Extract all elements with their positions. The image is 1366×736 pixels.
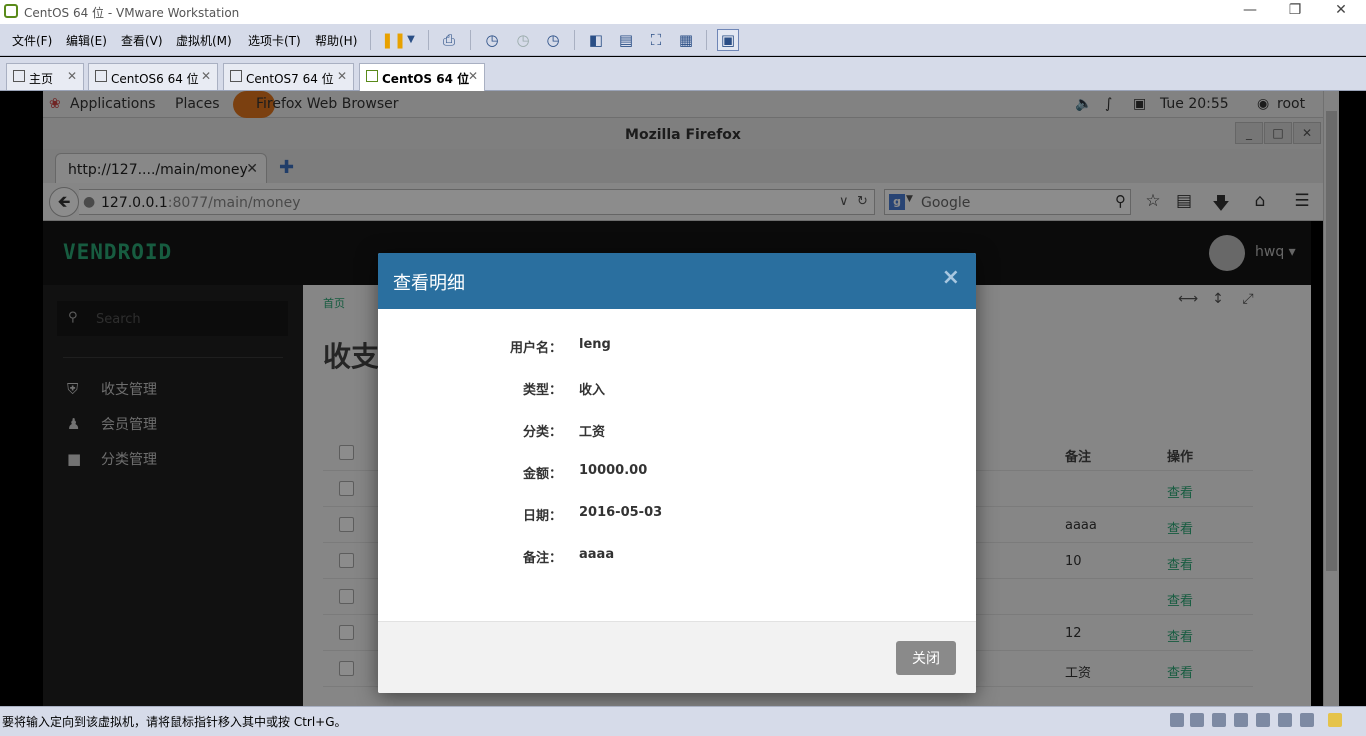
minimize-icon[interactable]: —: [1235, 2, 1265, 18]
snapshot-manager-icon[interactable]: ◷: [542, 29, 564, 51]
menu-file[interactable]: 文件(F): [12, 32, 52, 49]
vmware-tab-bar: 主页 ✕ CentOS6 64 位 ✕ CentOS7 64 位 ✕ CentO…: [0, 57, 1366, 91]
tab-home[interactable]: 主页 ✕: [6, 63, 84, 90]
menu-tabs[interactable]: 选项卡(T): [248, 32, 301, 49]
cd-icon[interactable]: [1190, 713, 1204, 727]
hdd-icon[interactable]: [1170, 713, 1184, 727]
thumbnail-view-icon[interactable]: ▣: [717, 29, 739, 51]
printer-icon[interactable]: [1234, 713, 1248, 727]
vm-icon: [230, 70, 242, 82]
home-icon: [13, 70, 25, 82]
menu-help[interactable]: 帮助(H): [315, 32, 357, 49]
modal-footer: 关闭: [378, 621, 976, 693]
network-adapter-icon[interactable]: [1212, 713, 1226, 727]
tab-close-icon[interactable]: ✕: [468, 69, 478, 83]
modal-header: 查看明细 ×: [378, 253, 976, 309]
chevron-down-icon[interactable]: ▼: [400, 29, 422, 51]
vmware-status-bar: 要将输入定向到该虚拟机，请将鼠标指针移入其中或按 Ctrl+G。: [0, 706, 1366, 736]
window-title: CentOS 64 位 - VMware Workstation: [24, 6, 240, 20]
modal-body: 用户名： leng 类型： 收入 分类： 工资 金额： 10000.00 日期：…: [509, 337, 663, 566]
close-icon[interactable]: ✕: [1326, 2, 1356, 18]
tab-centos6[interactable]: CentOS6 64 位 ✕: [88, 63, 218, 90]
menu-edit[interactable]: 编辑(E): [66, 32, 107, 49]
tab-close-icon[interactable]: ✕: [67, 69, 77, 83]
snapshot-icon[interactable]: ◷: [481, 29, 503, 51]
tab-centos7[interactable]: CentOS7 64 位 ✕: [223, 63, 354, 90]
close-icon[interactable]: ×: [942, 265, 960, 290]
vmware-logo-icon: [4, 4, 18, 18]
tab-close-icon[interactable]: ✕: [201, 69, 211, 83]
sound-icon[interactable]: [1256, 713, 1270, 727]
maximize-icon[interactable]: ❐: [1280, 2, 1310, 18]
restore-snapshot-icon[interactable]: ◷: [512, 29, 534, 51]
console-view-icon[interactable]: ▤: [615, 29, 637, 51]
vm-running-icon: [366, 70, 378, 82]
pause-icon[interactable]: ❚❚: [380, 29, 406, 51]
usb-icon[interactable]: [1278, 713, 1292, 727]
detail-modal: 查看明细 × 用户名： leng 类型： 收入 分类： 工资 金额： 10000…: [378, 253, 976, 693]
vm-icon: [95, 70, 107, 82]
send-keys-icon[interactable]: ⎙: [438, 29, 460, 51]
menu-view[interactable]: 查看(V): [121, 32, 163, 49]
status-text: 要将输入定向到该虚拟机，请将鼠标指针移入其中或按 Ctrl+G。: [2, 715, 347, 729]
fullscreen-icon[interactable]: ⛶: [645, 29, 667, 51]
tab-close-icon[interactable]: ✕: [337, 69, 347, 83]
menu-vm[interactable]: 虚拟机(M): [176, 32, 232, 49]
vmware-title-bar: CentOS 64 位 - VMware Workstation — ❐ ✕: [0, 0, 1366, 24]
message-icon[interactable]: [1328, 713, 1342, 727]
modal-title: 查看明细: [393, 273, 465, 294]
close-button[interactable]: 关闭: [896, 641, 956, 675]
sidebar-toggle-icon[interactable]: ◧: [585, 29, 607, 51]
vm-screen[interactable]: ❀ Applications Places Firefox Web Browse…: [0, 91, 1366, 706]
unity-icon[interactable]: ▦: [675, 29, 697, 51]
display-icon[interactable]: [1300, 713, 1314, 727]
tab-centos[interactable]: CentOS 64 位 ✕: [359, 63, 485, 91]
vmware-menubar: 文件(F) 编辑(E) 查看(V) 虚拟机(M) 选项卡(T) 帮助(H) ❚❚…: [0, 24, 1366, 56]
